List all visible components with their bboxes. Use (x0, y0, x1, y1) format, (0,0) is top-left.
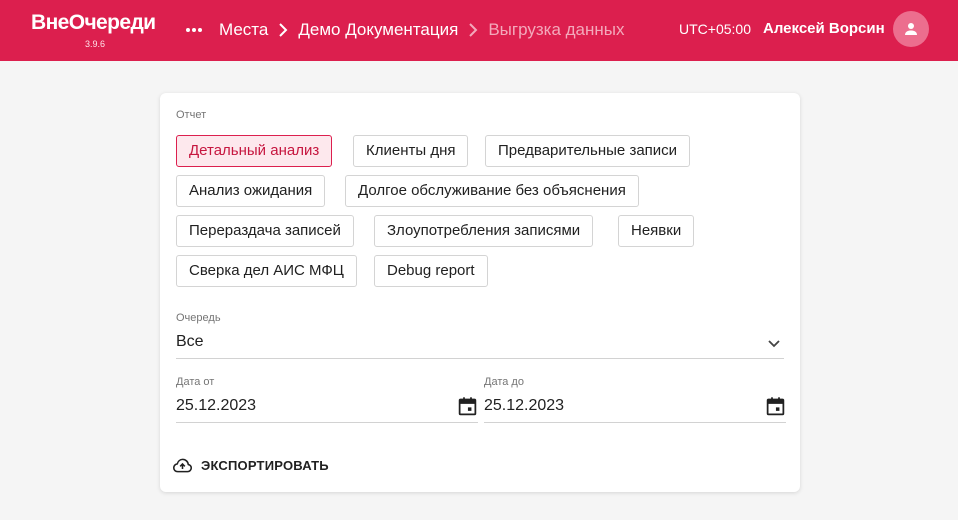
breadcrumb-data-export: Выгрузка данных (488, 20, 625, 39)
date-to-label: Дата до (484, 376, 524, 388)
export-button[interactable]: ЭКСПОРТИРОВАТЬ (172, 453, 329, 477)
date-from-label: Дата от (176, 376, 215, 388)
report-chip-wait-analysis[interactable]: Анализ ожидания (176, 175, 326, 207)
date-to-field[interactable]: 25.12.2023 (484, 393, 786, 421)
more-menu-button[interactable] (184, 18, 204, 42)
cloud-upload-icon (172, 458, 193, 472)
queue-underline (176, 358, 784, 359)
calendar-icon[interactable] (457, 396, 478, 417)
report-chip-preliminary-records[interactable]: Предварительные записи (485, 135, 691, 167)
breadcrumb-demo-docs[interactable]: Демо Документация (298, 20, 458, 40)
calendar-icon[interactable] (765, 396, 786, 417)
queue-label: Очередь (176, 312, 221, 324)
user-name[interactable]: Алексей Ворсин (763, 20, 885, 37)
report-chip-record-abuse[interactable]: Злоупотребления записями (374, 215, 594, 247)
date-to-underline (484, 422, 786, 423)
queue-value: Все (176, 333, 204, 350)
app-version: 3.9.6 (85, 39, 106, 49)
report-chip-ais-mfc-check[interactable]: Сверка дел АИС МФЦ (176, 255, 357, 287)
date-from-value: 25.12.2023 (176, 397, 257, 414)
report-chip-reassign-records[interactable]: Перераздача записей (176, 215, 354, 247)
date-from-field[interactable]: 25.12.2023 (176, 393, 478, 421)
breadcrumb-places[interactable]: Места (219, 20, 268, 40)
report-label: Отчет (176, 109, 207, 121)
export-form-card: Отчет Детальный анализ Клиенты дня Предв… (160, 93, 800, 492)
top-app-bar: ВнеОчереди 3.9.6 Места Демо Документация… (0, 0, 958, 61)
date-from-underline (176, 422, 478, 423)
person-icon (905, 23, 917, 35)
queue-select[interactable]: Все (176, 329, 784, 357)
avatar[interactable] (893, 11, 929, 47)
chevron-right-icon (469, 23, 478, 37)
report-chip-clients-of-day[interactable]: Клиенты дня (353, 135, 469, 167)
chevron-right-icon (279, 23, 288, 37)
chevron-down-icon (768, 340, 780, 348)
logo-text[interactable]: ВнеОчереди (31, 11, 161, 35)
report-chip-no-shows[interactable]: Неявки (618, 215, 695, 247)
export-label: ЭКСПОРТИРОВАТЬ (201, 457, 329, 473)
timezone-label: UTC+05:00 (679, 21, 751, 37)
more-horiz-icon[interactable] (184, 18, 204, 42)
breadcrumb: Места Демо Документация Выгрузка данных (219, 19, 625, 41)
report-chip-detailed-analysis[interactable]: Детальный анализ (176, 135, 333, 167)
logo[interactable]: ВнеОчереди 3.9.6 (31, 11, 161, 49)
report-chip-debug-report[interactable]: Debug report (374, 255, 488, 287)
date-to-value: 25.12.2023 (484, 397, 565, 414)
report-chip-long-service[interactable]: Долгое обслуживание без объяснения (345, 175, 639, 207)
